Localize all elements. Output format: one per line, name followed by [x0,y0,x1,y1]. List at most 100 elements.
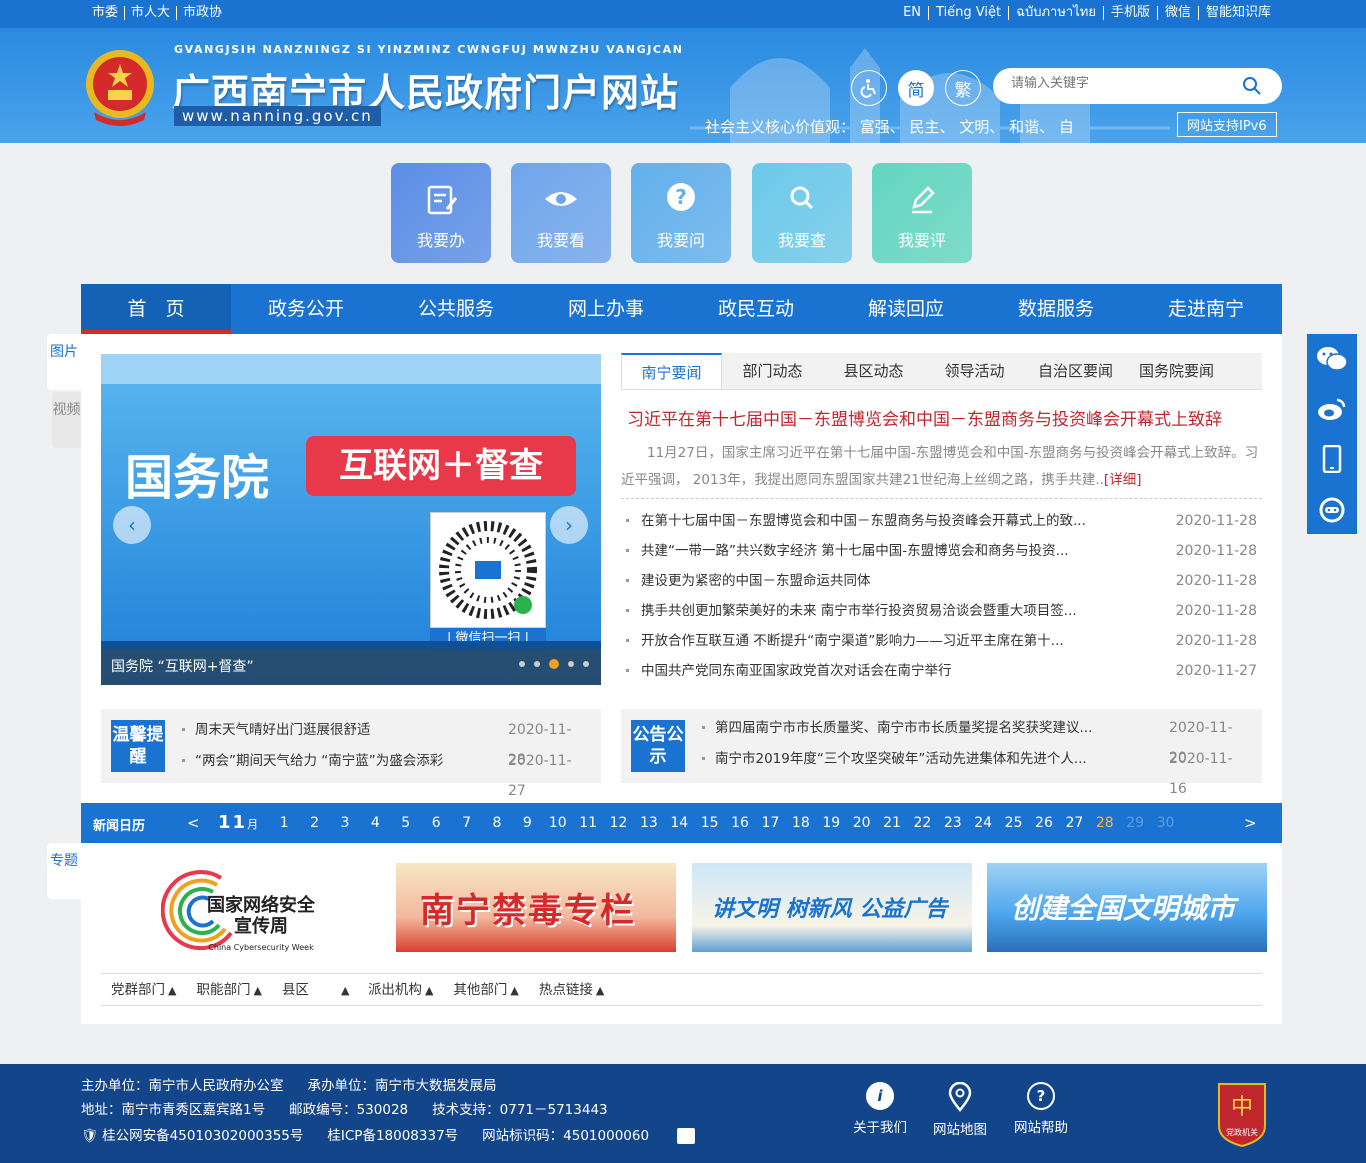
list-item[interactable]: 建设更为紧密的中国－东盟命运共同体 2020-11-28 [621,566,1262,596]
calendar-day[interactable]: 23 [938,815,968,831]
notice-title[interactable]: 南宁市2019年度“三个攻坚突破年”活动先进集体和先进个人... [715,744,1115,774]
calendar-day[interactable]: 25 [998,815,1028,831]
nav-interaction[interactable]: 政民互动 [681,284,831,334]
nav-public-service[interactable]: 公共服务 [381,284,531,334]
wechat-link[interactable]: 微信 [1158,6,1199,20]
links-hot[interactable]: 热点链接 ▲ [529,974,614,1005]
tab-nanning-news[interactable]: 南宁要闻 [621,353,722,389]
calendar-day[interactable]: 26 [1029,815,1059,831]
banner-civilized-city[interactable]: 创建全国文明城市 [987,863,1267,952]
side-tab-topics[interactable]: 专题 [47,843,81,899]
tip-title[interactable]: “两会”期间天气给力 “南宁蓝”为盛会添彩 [195,746,485,776]
list-item[interactable]: “两会”期间天气给力 “南宁蓝”为盛会添彩 2020-11-27 [179,746,589,799]
calendar-day[interactable]: 17 [755,815,785,831]
tab-state-council-news[interactable]: 国务院要闻 [1126,353,1227,389]
tab-county-news[interactable]: 县区动态 [823,353,924,389]
calendar-day[interactable]: 10 [543,815,573,831]
carousel-dot-active[interactable] [549,659,559,669]
nav-online-service[interactable]: 网上办事 [531,284,681,334]
calendar-day[interactable]: 28 [1090,815,1120,831]
calendar-day[interactable]: 11 [573,815,603,831]
image-carousel[interactable]: 国务院 互联网＋督查 | 微信扫一扫 | ‹ › 国务院 “互联网+督查” [101,354,601,685]
list-item[interactable]: 携手共创更加繁荣美好的未来 南宁市举行投资贸易洽谈会暨重大项目签... 2020-… [621,596,1262,626]
help-link[interactable]: ? 网站帮助 [1001,1082,1081,1136]
quick-btn-ask[interactable]: ? 我要问 [631,163,731,263]
list-item[interactable]: 共建“一带一路”共兴数字经济 第十七届中国-东盟博览会和商务与投资... 2020… [621,536,1262,566]
calendar-day[interactable]: 2 [299,815,329,831]
notice-title[interactable]: 第四届南宁市市长质量奖、南宁市市长质量奖提名奖获奖建议... [715,713,1115,743]
tab-department-news[interactable]: 部门动态 [722,353,823,389]
quick-btn-rate[interactable]: 我要评 [872,163,972,263]
news-title[interactable]: 在第十七届中国－东盟博览会和中国－东盟商务与投资峰会开幕式上的致... [641,506,1111,536]
nav-gov-affairs[interactable]: 政务公开 [231,284,381,334]
side-tab-pictures[interactable]: 图片 [47,334,81,390]
side-tab-videos[interactable]: 视频 [52,392,81,448]
quick-btn-search[interactable]: 我要查 [752,163,852,263]
calendar-day[interactable]: 4 [360,815,390,831]
headline-link[interactable]: 习近平在第十七届中国－东盟博览会和中国－东盟商务与投资峰会开幕式上致辞 [627,405,1267,430]
nav-interpretation[interactable]: 解读回应 [831,284,981,334]
calendar-next-button[interactable]: > [1244,814,1257,832]
carousel-caption[interactable]: 国务院 “互联网+督查” [111,659,254,675]
list-item[interactable]: 中国共产党同东南亚国家政党首次对话会在南宁举行 2020-11-27 [621,656,1262,686]
banner-anti-drug[interactable]: 南宁禁毒专栏 [396,863,676,952]
site-map-link[interactable]: 网站地图 [920,1082,1000,1138]
party-gov-agency-badge-icon[interactable]: 中 党政机关 [1215,1080,1269,1148]
lang-en-link[interactable]: EN [896,6,930,20]
list-item[interactable]: 在第十七届中国－东盟博览会和中国－东盟商务与投资峰会开幕式上的致... 2020-… [621,506,1262,536]
calendar-day[interactable]: 1 [269,815,299,831]
cnzz-stats-icon[interactable] [677,1128,696,1144]
carousel-dot[interactable] [534,661,540,667]
robot-assistant-button[interactable] [1307,484,1357,534]
news-title[interactable]: 建设更为紧密的中国－东盟命运共同体 [641,566,1111,596]
footer-icp[interactable]: 桂ICP备18008337号 [327,1128,458,1144]
list-item[interactable]: 第四届南宁市市长质量奖、南宁市市长质量奖提名奖获奖建议... 2020-11-20 [699,713,1249,766]
knowledge-base-link[interactable]: 智能知识库 [1199,6,1278,20]
news-title[interactable]: 中国共产党同东南亚国家政党首次对话会在南宁举行 [641,656,1111,686]
lang-th-link[interactable]: ฉบับภาษาไทย [1009,6,1104,20]
list-item[interactable]: 周末天气晴好出门逛展很舒适 2020-11-28 [179,715,589,768]
link-party-committee[interactable]: 市委 [86,6,126,20]
calendar-day[interactable]: 19 [816,815,846,831]
links-counties[interactable]: 县区 ▲ [272,974,358,1005]
wechat-share-button[interactable] [1307,334,1357,384]
news-title[interactable]: 开放合作互联互通 不断提升“南宁渠道”影响力——习近平主席在第十... [641,626,1111,656]
calendar-day[interactable]: 14 [664,815,694,831]
search-input[interactable] [1011,76,1231,91]
calendar-day[interactable]: 3 [330,815,360,831]
carousel-next-button[interactable]: › [550,506,588,544]
links-other-depts[interactable]: 其他部门 ▲ [443,974,528,1005]
calendar-day[interactable]: 21 [877,815,907,831]
calendar-day[interactable]: 18 [786,815,816,831]
calendar-day[interactable]: 9 [512,815,542,831]
calendar-day[interactable]: 7 [451,815,481,831]
calendar-day[interactable]: 20 [846,815,876,831]
calendar-day[interactable]: 22 [907,815,937,831]
calendar-day[interactable]: 8 [482,815,512,831]
nav-about-nanning[interactable]: 走进南宁 [1131,284,1281,334]
mobile-button[interactable] [1307,434,1357,484]
news-title[interactable]: 共建“一带一路”共兴数字经济 第十七届中国-东盟博览会和商务与投资... [641,536,1111,566]
calendar-day[interactable]: 27 [1059,815,1089,831]
tab-region-news[interactable]: 自治区要闻 [1025,353,1126,389]
calendar-day[interactable]: 5 [391,815,421,831]
traditional-chinese-button[interactable]: 繁 [945,70,981,106]
links-party-depts[interactable]: 党群部门 ▲ [101,974,186,1005]
detail-link[interactable]: [详细] [1104,472,1142,488]
banner-civilization-ad[interactable]: 讲文明 树新风 公益广告 [692,863,972,952]
carousel-dot[interactable] [519,661,525,667]
mobile-link[interactable]: 手机版 [1104,6,1158,20]
news-title[interactable]: 携手共创更加繁荣美好的未来 南宁市举行投资贸易洽谈会暨重大项目签... [641,596,1111,626]
quick-btn-handle[interactable]: 我要办 [391,163,491,263]
nav-home[interactable]: 首 页 [81,284,231,334]
search-icon[interactable] [1242,76,1262,96]
about-us-link[interactable]: i 关于我们 [840,1082,920,1136]
calendar-day[interactable]: 6 [421,815,451,831]
banner-cybersecurity-week[interactable]: 国家网络安全 宣传周 China Cybersecurity Week [101,863,381,952]
carousel-prev-button[interactable]: ‹ [113,506,151,544]
list-item[interactable]: 开放合作互联互通 不断提升“南宁渠道”影响力——习近平主席在第十... 2020-… [621,626,1262,656]
calendar-day[interactable]: 13 [634,815,664,831]
calendar-day[interactable]: 12 [603,815,633,831]
calendar-day[interactable]: 24 [968,815,998,831]
tip-title[interactable]: 周末天气晴好出门逛展很舒适 [195,715,485,745]
